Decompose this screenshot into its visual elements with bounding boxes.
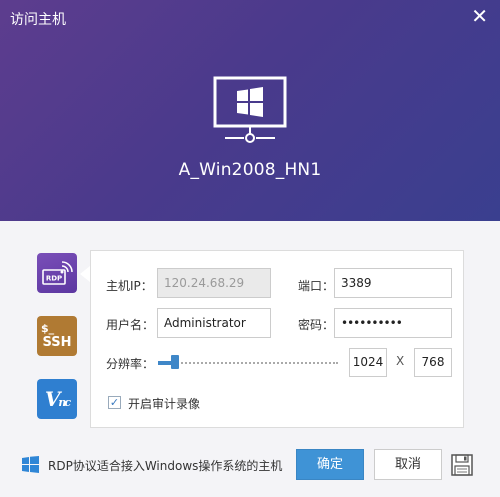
- confirm-button[interactable]: 确定: [296, 449, 364, 480]
- host-name: A_Win2008_HN1: [178, 160, 322, 180]
- close-icon[interactable]: ✕: [471, 6, 488, 26]
- port-label: 端口：: [298, 279, 335, 293]
- password-field[interactable]: ••••••••••: [334, 308, 452, 338]
- resolution-slider-handle[interactable]: [171, 355, 179, 369]
- audit-recording-label: 开启审计录像: [128, 397, 201, 411]
- rdp-icon: RDP: [42, 261, 73, 285]
- resolution-label: 分辨率：: [106, 357, 155, 371]
- save-icon[interactable]: [451, 454, 473, 476]
- audit-recording-checkbox[interactable]: ✓: [108, 396, 121, 409]
- port-field[interactable]: 3389: [334, 268, 452, 298]
- vnc-icon: Vnc: [44, 387, 71, 411]
- windows-monitor-icon: [213, 76, 287, 143]
- terminal-prompt-icon: $_: [41, 321, 55, 335]
- host-ip-field: 120.24.68.29: [157, 268, 271, 298]
- protocol-vnc-button[interactable]: Vnc: [37, 379, 77, 419]
- cancel-button[interactable]: 取消: [374, 449, 442, 480]
- protocol-rdp-label: RDP: [46, 275, 62, 283]
- protocol-rdp-button[interactable]: RDP: [37, 253, 77, 293]
- windows-logo-icon: [22, 456, 39, 473]
- protocol-ssh-button[interactable]: $_ SSH: [37, 316, 77, 356]
- dialog-title: 访问主机: [10, 12, 66, 28]
- resolution-height-field[interactable]: 768: [414, 348, 452, 377]
- username-field[interactable]: Administrator: [157, 308, 271, 338]
- username-label: 用户名：: [106, 318, 155, 332]
- resolution-separator: X: [396, 354, 405, 368]
- protocol-note: RDP协议适合接入Windows操作系统的主机: [48, 459, 283, 473]
- protocol-ssh-label: SSH: [42, 334, 72, 350]
- dialog-header: 访问主机 ✕ A_Win2008_HN1: [0, 0, 500, 221]
- resolution-slider-track[interactable]: [158, 362, 338, 364]
- resolution-width-field[interactable]: 1024: [349, 348, 387, 377]
- active-protocol-indicator: [80, 266, 90, 282]
- host-ip-label: 主机IP：: [106, 279, 153, 293]
- password-label: 密码：: [298, 318, 335, 332]
